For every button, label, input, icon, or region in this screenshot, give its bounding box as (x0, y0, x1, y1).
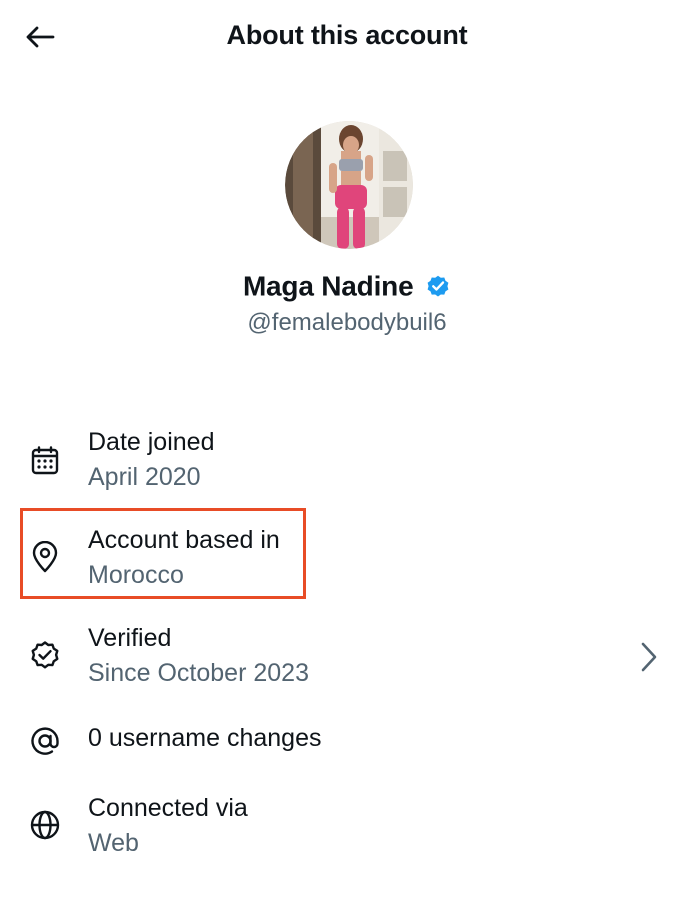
row-verified[interactable]: Verified Since October 2023 (0, 622, 694, 692)
top-bar: About this account (0, 0, 694, 74)
profile-handle: @femalebodybuil6 (247, 309, 447, 336)
row-value: Since October 2023 (88, 659, 309, 687)
row-username-changes: 0 username changes (0, 722, 694, 762)
row-label: Connected via (88, 794, 248, 822)
row-label: Date joined (88, 428, 215, 456)
row-date-joined: Date joined April 2020 (0, 426, 694, 496)
display-name: Maga Nadine (242, 270, 414, 302)
calendar-icon (28, 444, 62, 478)
row-connected-via: Connected via Web (0, 792, 694, 862)
page-title: About this account (226, 20, 468, 50)
row-value: Web (88, 829, 139, 857)
chevron-right-icon (641, 642, 657, 672)
at-sign-icon (28, 724, 62, 758)
verified-badge-icon (427, 275, 449, 297)
verified-check-icon (28, 638, 62, 672)
row-label: Verified (88, 624, 172, 652)
row-label: 0 username changes (88, 724, 322, 752)
row-value: April 2020 (88, 463, 201, 491)
highlight-box (20, 508, 306, 599)
globe-icon (28, 808, 62, 842)
avatar[interactable] (285, 121, 413, 249)
profile-name: Maga Nadine (0, 269, 694, 303)
